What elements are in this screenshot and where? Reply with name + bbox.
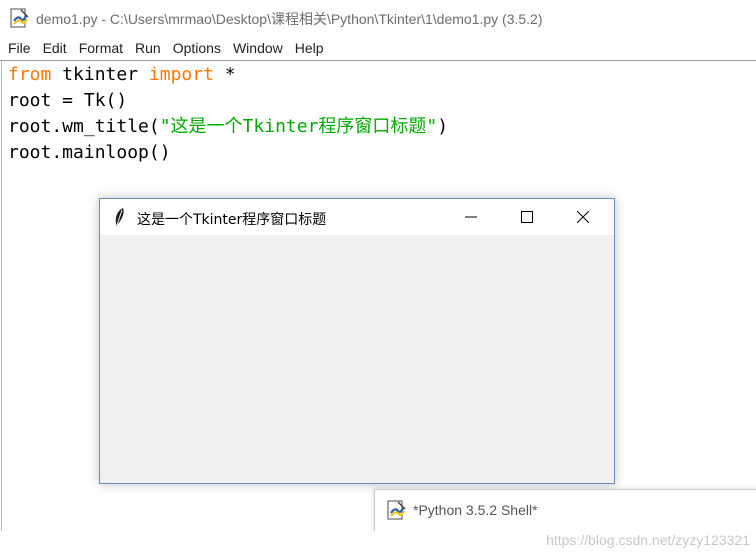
string-literal: "这是一个Tkinter程序窗口标题" [159,116,438,137]
maximize-icon [521,211,533,223]
tk-feather-icon [115,208,124,226]
menu-help[interactable]: Help [290,40,329,56]
tk-window-title: 这是一个Tkinter程序窗口标题 [137,212,327,228]
maximize-button[interactable] [504,199,550,235]
menu-edit[interactable]: Edit [38,40,72,56]
code-token: root.wm_title( [8,116,160,137]
code-line-3: root.wm_title("这是一个Tkinter程序窗口标题") [8,114,448,140]
code-line-2: root = Tk() [8,90,128,111]
code-text[interactable]: from tkinter import * root = Tk() root.w… [8,62,448,166]
keyword-import: import [148,64,214,85]
menu-format[interactable]: Format [74,40,128,56]
close-icon [577,211,589,223]
menu-options[interactable]: Options [168,40,226,56]
code-token: ) [437,116,449,137]
code-line-1: from tkinter import * [8,62,448,88]
keyword-from: from [8,64,52,85]
code-token: tkinter [51,64,149,85]
python-shell-window[interactable]: *Python 3.5.2 Shell* [374,489,756,532]
editor-menubar: File Edit Format Run Options Window Help [0,36,756,60]
menu-run[interactable]: Run [130,40,166,56]
watermark-text: https://blog.csdn.net/zyzy123321 [546,532,750,548]
tk-window: 这是一个Tkinter程序窗口标题 [99,198,615,484]
tk-client-area [100,235,614,483]
idle-shell-icon [387,500,406,520]
tk-titlebar[interactable]: 这是一个Tkinter程序窗口标题 [100,199,614,235]
menu-window[interactable]: Window [228,40,288,56]
close-button[interactable] [560,199,606,235]
minimize-button[interactable] [448,199,494,235]
shell-window-title: *Python 3.5.2 Shell* [413,502,538,518]
idle-app-icon[interactable] [9,7,31,29]
code-line-4: root.mainloop() [8,142,171,163]
editor-titlebar: demo1.py - C:\Users\mrmao\Desktop\课程相关\P… [0,0,756,34]
minimize-icon [465,216,477,218]
editor-window-title: demo1.py - C:\Users\mrmao\Desktop\课程相关\P… [36,11,543,27]
menu-file[interactable]: File [3,40,36,56]
code-token: * [213,64,236,85]
